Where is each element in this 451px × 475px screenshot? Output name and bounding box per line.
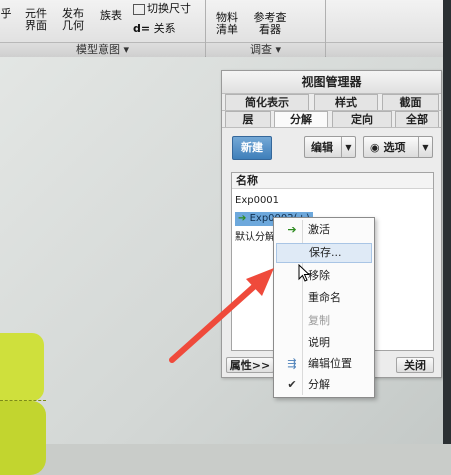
reference-viewer-button[interactable]: 参考查 看器	[250, 12, 290, 36]
dialog-toolbar: 新建 编辑 ▼ ◉ 选项 ▼	[222, 128, 441, 162]
mouse-cursor-icon	[298, 264, 310, 282]
switch-dimensions-label: 切换尺寸	[147, 2, 191, 15]
active-arrow-icon: ➔	[238, 213, 247, 224]
tab-row-top: 简化表示 样式 截面	[222, 94, 441, 111]
screen-edge	[443, 0, 451, 444]
tab-simplified-rep[interactable]: 简化表示	[225, 94, 309, 110]
menu-item-remove[interactable]: 移除	[276, 266, 372, 286]
edit-dropdown-button[interactable]: 编辑 ▼	[304, 136, 356, 158]
options-dropdown-button[interactable]: ◉ 选项 ▼	[363, 136, 433, 158]
chevron-down-icon: ▼	[341, 137, 355, 157]
close-button[interactable]: 关闭	[396, 357, 434, 373]
menu-item-label: 移除	[308, 269, 330, 282]
new-button[interactable]: 新建	[232, 136, 272, 160]
ribbon-toolbar: 乎 元件 界面 发布 几何 族表 切换尺寸 d= 关系 物料 清单 参考查 看器…	[0, 0, 451, 57]
menu-item-save[interactable]: 保存...	[276, 243, 372, 263]
properties-button[interactable]: 属性>>	[226, 357, 274, 373]
list-column-header: 名称	[232, 173, 433, 189]
menu-item-label: 编辑位置	[308, 357, 352, 370]
context-menu: ➔ 激活 保存... 移除 重命名 复制 说明 ⇶ 编辑位置 ✔ 分解	[273, 217, 375, 398]
switch-dimensions-icon	[133, 3, 145, 15]
ribbon-empty-group	[326, 42, 443, 57]
menu-item-label: 重命名	[308, 291, 341, 304]
menu-item-description[interactable]: 说明	[276, 333, 372, 353]
partial-ribbon-button[interactable]: 乎	[0, 8, 12, 20]
menu-item-label: 说明	[308, 336, 330, 349]
switch-dimensions-button[interactable]: 切换尺寸	[133, 0, 191, 16]
menu-item-label: 分解	[308, 378, 330, 391]
tab-orient[interactable]: 定向	[332, 111, 392, 127]
tab-section[interactable]: 截面	[382, 94, 439, 110]
relations-label: 关系	[153, 22, 176, 35]
dialog-title: 视图管理器	[222, 71, 441, 94]
component-interface-button[interactable]: 元件 界面	[20, 8, 52, 32]
checkmark-icon: ✔	[287, 378, 297, 391]
menu-item-label: 复制	[308, 314, 330, 327]
tab-layers[interactable]: 层	[225, 111, 271, 127]
model-cylinder[interactable]	[0, 333, 44, 401]
investigate-group-label[interactable]: 调查 ▾	[206, 42, 325, 57]
chevron-down-icon: ▼	[418, 137, 432, 157]
relations-button[interactable]: d= 关系	[133, 20, 176, 36]
tab-all[interactable]: 全部	[395, 111, 439, 127]
tab-row-bottom: 层 分解 定向 全部	[222, 111, 441, 128]
menu-item-edit-position[interactable]: ⇶ 编辑位置	[276, 354, 372, 374]
menu-item-label: 保存...	[309, 246, 342, 259]
list-item[interactable]: Exp0001	[235, 194, 279, 208]
model-intent-group-label[interactable]: 模型意图 ▾	[0, 42, 205, 57]
tab-style[interactable]: 样式	[314, 94, 378, 110]
menu-item-label: 激活	[308, 223, 330, 236]
edit-label: 编辑	[311, 141, 333, 154]
tab-explode[interactable]: 分解	[274, 111, 328, 127]
green-arrow-icon: ➔	[287, 223, 297, 236]
model-edge-line	[0, 400, 46, 401]
menu-item-explode[interactable]: ✔ 分解	[276, 375, 372, 395]
explode-move-icon: ⇶	[287, 357, 297, 370]
publish-geometry-button[interactable]: 发布 几何	[58, 8, 88, 32]
relations-icon: d=	[133, 22, 151, 35]
family-table-button[interactable]: 族表	[96, 10, 126, 22]
menu-item-activate[interactable]: ➔ 激活	[276, 220, 372, 240]
menu-item-copy[interactable]: 复制	[276, 311, 372, 331]
model-cylinder-lower[interactable]	[0, 401, 46, 475]
list-item[interactable]: 默认分解	[235, 231, 275, 245]
options-label: 选项	[383, 141, 406, 154]
bom-button[interactable]: 物料 清单	[212, 12, 242, 36]
menu-item-rename[interactable]: 重命名	[276, 288, 372, 308]
eye-icon: ◉	[370, 141, 380, 154]
